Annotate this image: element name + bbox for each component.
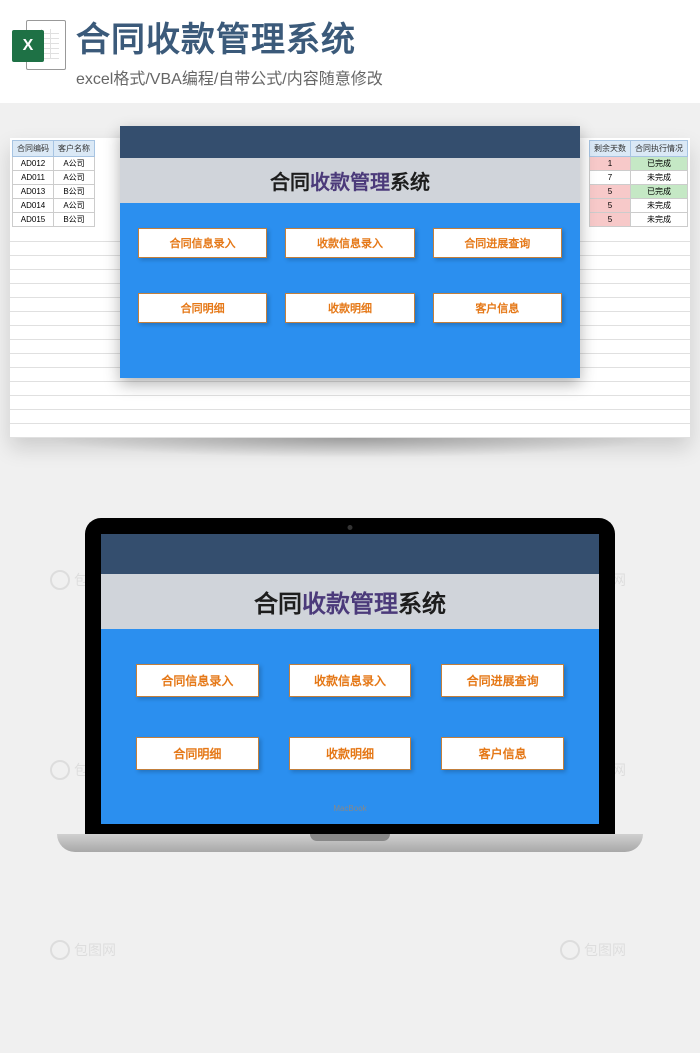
- status-cell: 已完成: [631, 184, 688, 198]
- camera-icon: [348, 525, 353, 530]
- header: X 合同收款管理系统 excel格式/VBA编程/自带公式/内容随意修改: [0, 0, 700, 103]
- laptop-brand: MacBook: [333, 804, 366, 813]
- spreadsheet-preview: 合同编码 客户名称 AD012A公司 AD011A公司 AD013B公司 AD0…: [0, 103, 700, 488]
- excel-icon: X: [12, 20, 66, 74]
- watermark: 包图网: [50, 940, 116, 960]
- btn-customer-info[interactable]: 客户信息: [441, 737, 564, 770]
- btn-progress-query[interactable]: 合同进展查询: [441, 664, 564, 697]
- days-cell: 1: [590, 156, 631, 170]
- status-cell: 未完成: [631, 198, 688, 212]
- laptop-preview: 合同收款管理系统 合同信息录入 收款信息录入 合同进展查询 合同明细 收款明细 …: [0, 488, 700, 892]
- btn-contract-detail[interactable]: 合同明细: [138, 293, 267, 323]
- days-cell: 5: [590, 198, 631, 212]
- btn-receipt-input[interactable]: 收款信息录入: [285, 228, 414, 258]
- days-cell: 5: [590, 212, 631, 226]
- page-subtitle: excel格式/VBA编程/自带公式/内容随意修改: [76, 65, 688, 89]
- days-cell: 7: [590, 170, 631, 184]
- status-cell: 未完成: [631, 170, 688, 184]
- right-table: 剩余天数 合同执行情况 1已完成 7未完成 5已完成 5未完成 5未完成: [589, 140, 688, 227]
- page-title: 合同收款管理系统: [76, 20, 688, 61]
- btn-customer-info[interactable]: 客户信息: [433, 293, 562, 323]
- btn-receipt-input[interactable]: 收款信息录入: [289, 664, 412, 697]
- watermark: 包图网: [560, 940, 626, 960]
- status-cell: 已完成: [631, 156, 688, 170]
- status-cell: 未完成: [631, 212, 688, 226]
- menu-panel: 合同收款管理系统 合同信息录入 收款信息录入 合同进展查询 合同明细 收款明细 …: [120, 126, 580, 378]
- btn-contract-input[interactable]: 合同信息录入: [138, 228, 267, 258]
- btn-receipt-detail[interactable]: 收款明细: [289, 737, 412, 770]
- laptop-panel-title: 合同收款管理系统: [101, 574, 599, 629]
- left-table: 合同编码 客户名称 AD012A公司 AD011A公司 AD013B公司 AD0…: [12, 140, 95, 227]
- days-cell: 5: [590, 184, 631, 198]
- panel-title: 合同收款管理系统: [120, 158, 580, 203]
- btn-progress-query[interactable]: 合同进展查询: [433, 228, 562, 258]
- btn-contract-input[interactable]: 合同信息录入: [136, 664, 259, 697]
- btn-contract-detail[interactable]: 合同明细: [136, 737, 259, 770]
- btn-receipt-detail[interactable]: 收款明细: [285, 293, 414, 323]
